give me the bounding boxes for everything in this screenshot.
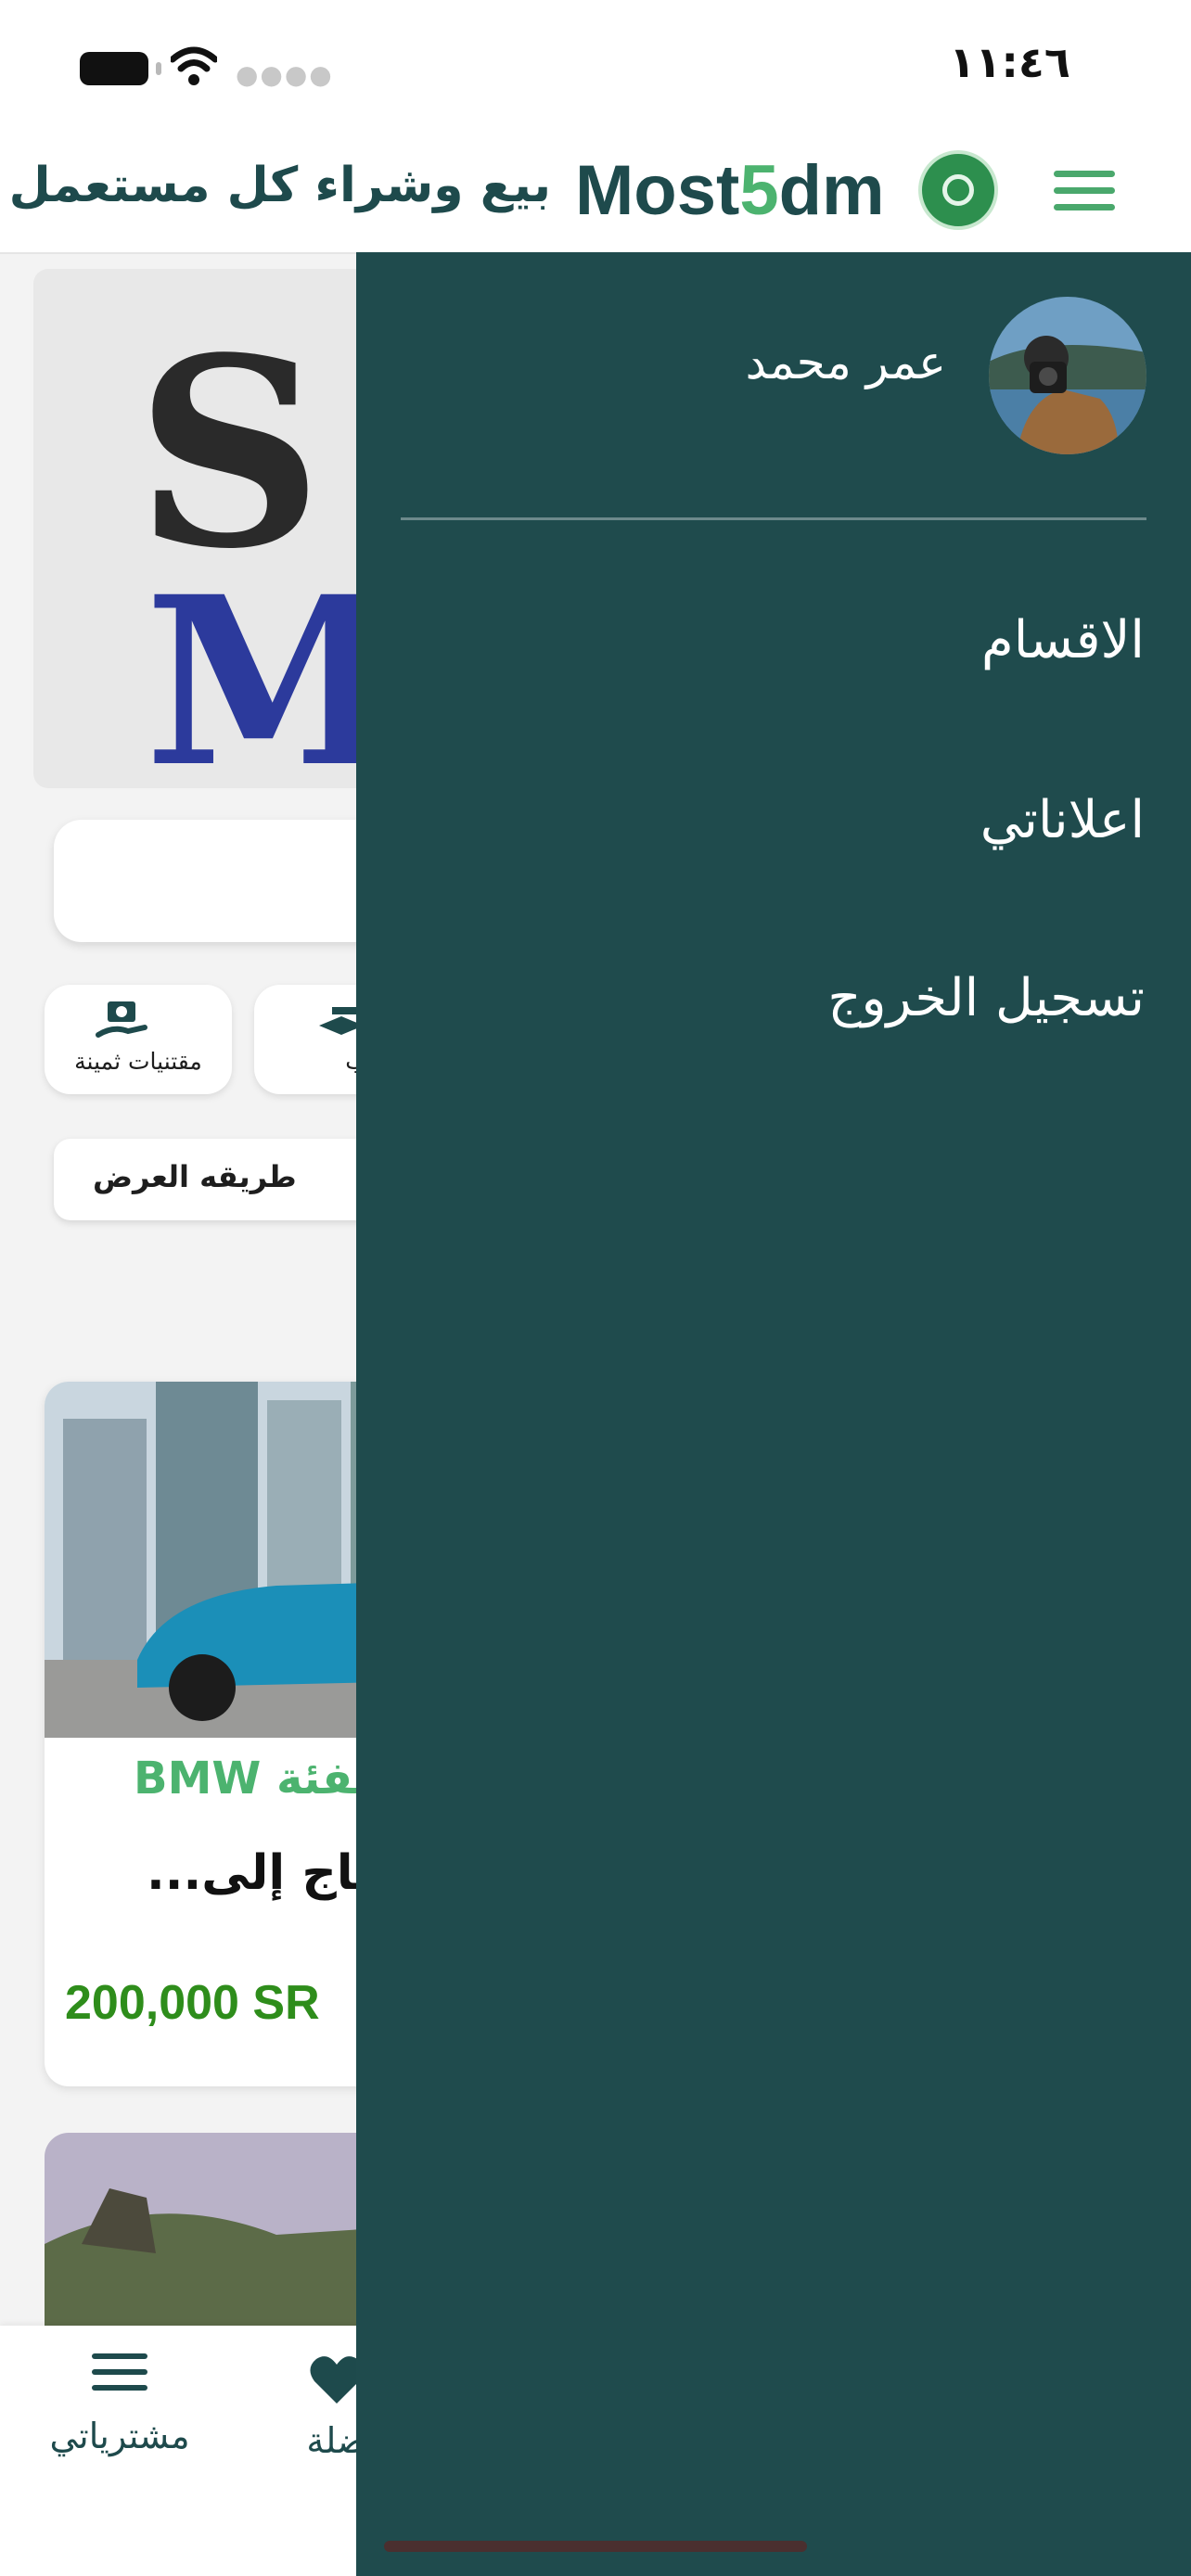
header-tagline: بيع وشراء كل مستعمل [8,158,551,213]
brand-name: Most5dm [575,150,885,231]
app-header: بيع وشراء كل مستعمل Most5dm [0,130,1191,254]
product-price: 200,000 SR [65,1976,320,2030]
wifi-icon [171,46,217,85]
drawer-item-logout[interactable]: تسجيل الخروج [827,968,1145,1028]
brand-part2: dm [778,151,885,230]
drawer-item-sections[interactable]: الاقسام [981,610,1145,670]
status-time: ١١:٤٦ [949,37,1070,87]
category-card-valuables[interactable]: مقتنيات ثمينة [45,985,232,1094]
view-mode-label: طريقه العرض [93,1159,297,1194]
nav-label: مشترياتي [49,2416,190,2456]
home-indicator [384,2541,807,2552]
signal-icon: ●●●● [236,59,334,90]
drawer-item-my-ads[interactable]: اعلاناتي [980,790,1145,850]
nav-my-purchases[interactable]: مشترياتي [13,2353,226,2456]
brand-digit: 5 [739,151,779,230]
hamburger-menu-button[interactable] [1054,171,1115,215]
battery-icon [80,52,161,85]
drawer-divider [401,517,1146,520]
status-bar: ●●●● ١١:٤٦ [0,0,1191,130]
category-label: مقتنيات ثمينة [74,1048,202,1075]
product-category: الفئة BMW [134,1753,386,1804]
app-logo [918,150,998,230]
brand-part1: Most [575,151,740,230]
side-drawer: عمر محمد الاقسام اعلاناتي تسجيل الخروج [356,252,1191,2576]
menu-icon [92,2353,147,2401]
user-name: عمر محمد [745,336,946,389]
valuables-icon [96,1001,147,1038]
user-avatar[interactable] [989,297,1146,454]
